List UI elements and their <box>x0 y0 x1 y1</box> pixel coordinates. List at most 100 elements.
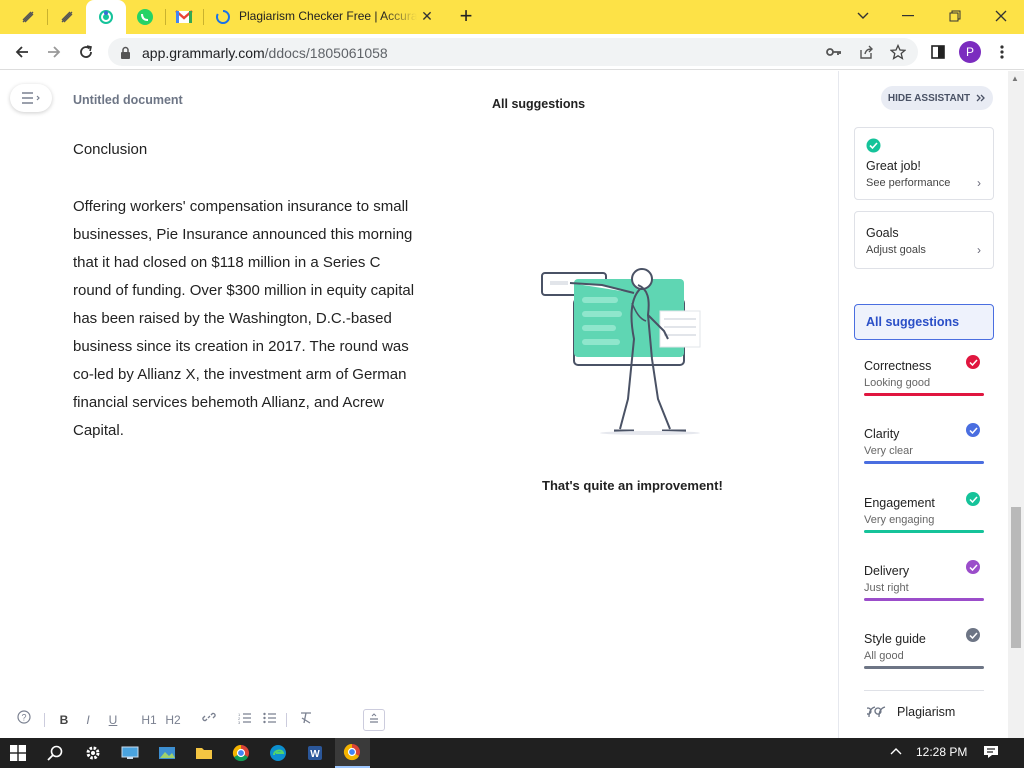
document-body-text[interactable]: Offering workers' compensation insurance… <box>73 193 418 445</box>
profile-avatar[interactable]: P <box>959 41 981 63</box>
plagiarism-button[interactable]: Plagiarism <box>867 705 955 719</box>
pinned-tab-notes-2[interactable] <box>48 2 86 32</box>
category-delivery[interactable]: Delivery Just right <box>864 558 984 618</box>
category-style-guide[interactable]: Style guide All good <box>864 626 984 686</box>
back-button[interactable] <box>9 39 35 65</box>
pinned-tab-whatsapp[interactable] <box>126 2 164 32</box>
notifications-button[interactable] <box>983 745 999 762</box>
browser-toolbar: app.grammarly.com/ddocs/1805061058 P <box>0 34 1024 70</box>
chrome-canary-icon <box>343 743 360 761</box>
pinned-tab-gmail[interactable] <box>165 2 203 32</box>
bold-button[interactable]: B <box>53 709 75 731</box>
goals-card[interactable]: Goals Adjust goals › <box>854 211 994 269</box>
document-editor: Untitled document Conclusion Offering wo… <box>0 71 838 738</box>
folder-icon <box>196 748 212 759</box>
category-name: Engagement <box>864 496 935 510</box>
scrollbar-thumb[interactable] <box>1011 507 1021 648</box>
italic-button[interactable]: I <box>77 709 99 731</box>
gmail-icon <box>175 10 193 23</box>
see-performance-link[interactable]: See performance <box>866 177 950 189</box>
category-bar <box>864 666 984 669</box>
forward-button[interactable] <box>41 39 67 65</box>
taskbar-app-photos[interactable] <box>154 741 180 765</box>
pinned-tab-grammarly[interactable] <box>86 0 126 34</box>
quote-marks-icon <box>867 706 886 718</box>
category-clarity[interactable]: Clarity Very clear <box>864 421 984 481</box>
taskbar-file-explorer[interactable] <box>191 741 217 765</box>
formatting-toolbar: ? B I U H1 H2 123 <box>0 704 838 738</box>
taskbar-chrome[interactable] <box>228 741 254 765</box>
minimize-icon <box>902 15 914 17</box>
numbered-list-button[interactable]: 123 <box>234 709 256 731</box>
svg-text:?: ? <box>21 713 26 723</box>
taskbar-chrome-active[interactable] <box>335 738 370 768</box>
document-title[interactable]: Untitled document <box>73 93 183 107</box>
performance-card[interactable]: Great job! See performance › <box>854 127 994 200</box>
adjust-goals-link[interactable]: Adjust goals <box>866 244 926 256</box>
category-status: Very engaging <box>864 514 935 526</box>
restore-button[interactable] <box>935 4 975 28</box>
whatsapp-icon <box>137 9 153 25</box>
bulleted-list-icon <box>263 712 276 724</box>
tab-search-button[interactable] <box>843 4 883 28</box>
windows-logo-icon <box>10 745 26 761</box>
svg-text:W: W <box>310 749 320 760</box>
bulleted-list-button[interactable] <box>259 709 281 731</box>
check-badge-icon <box>966 355 980 369</box>
password-key-button[interactable] <box>826 44 842 60</box>
heading1-button[interactable]: H1 <box>138 709 160 731</box>
browser-menu-button[interactable] <box>989 39 1015 65</box>
reload-icon <box>80 45 92 58</box>
reload-button[interactable] <box>73 39 99 65</box>
heading2-button[interactable]: H2 <box>162 709 184 731</box>
clear-formatting-button[interactable] <box>295 709 317 731</box>
settings-taskbar-button[interactable] <box>80 741 106 765</box>
document-menu-button[interactable] <box>10 84 52 112</box>
taskbar-edge[interactable] <box>265 741 291 765</box>
category-bar <box>864 598 984 601</box>
new-tab-button[interactable]: + <box>455 5 477 27</box>
category-correctness[interactable]: Correctness Looking good <box>864 353 984 413</box>
taskbar-app-monitor[interactable] <box>117 741 143 765</box>
share-button[interactable] <box>858 44 874 60</box>
taskbar-clock[interactable]: 12:28 PM <box>916 745 967 759</box>
document-settings-button[interactable] <box>363 709 385 731</box>
underline-button[interactable]: U <box>102 709 124 731</box>
start-button[interactable] <box>5 741 31 765</box>
feather-icon <box>22 11 34 23</box>
edge-icon <box>270 745 286 761</box>
page-settings-icon <box>370 713 378 723</box>
category-engagement[interactable]: Engagement Very engaging <box>864 490 984 550</box>
category-name: Style guide <box>864 632 926 646</box>
pinned-tab-notes[interactable] <box>9 2 47 32</box>
tab-close-button[interactable]: ✕ <box>419 8 435 24</box>
side-panel-button[interactable] <box>925 39 951 65</box>
category-status: Very clear <box>864 445 913 457</box>
hide-assistant-button[interactable]: HIDE ASSISTANT <box>881 86 993 110</box>
arrow-left-icon <box>15 46 28 58</box>
great-job-title: Great job! <box>866 159 921 173</box>
hide-assistant-label: HIDE ASSISTANT <box>887 92 971 104</box>
bookmark-button[interactable] <box>890 44 906 60</box>
address-bar[interactable]: app.grammarly.com/ddocs/1805061058 <box>108 38 918 66</box>
feather-icon <box>61 11 73 23</box>
search-button[interactable] <box>42 741 68 765</box>
minimize-button[interactable] <box>888 4 928 28</box>
category-name: Delivery <box>864 564 910 578</box>
close-window-button[interactable] <box>981 4 1021 28</box>
show-hidden-icons-button[interactable] <box>890 744 902 758</box>
help-button[interactable]: ? <box>13 709 35 731</box>
browser-tab-strip: Plagiarism Checker Free | Accurate ✕ + <box>0 0 1024 34</box>
search-icon <box>47 745 63 761</box>
link-button[interactable] <box>198 709 220 731</box>
scroll-up-arrow-icon[interactable]: ▲ <box>1011 74 1019 83</box>
side-panel-icon <box>931 45 945 59</box>
hamburger-icon <box>22 92 40 104</box>
document-heading[interactable]: Conclusion <box>73 141 147 158</box>
taskbar-word[interactable]: W <box>302 741 328 765</box>
loading-spinner-icon <box>216 10 230 24</box>
all-suggestions-button[interactable]: All suggestions <box>854 304 994 340</box>
category-status: Just right <box>864 582 909 594</box>
windows-taskbar: W 12:28 PM <box>0 738 1024 768</box>
tab-plagiarism-checker[interactable]: Plagiarism Checker Free | Accurate ✕ <box>205 0 443 34</box>
